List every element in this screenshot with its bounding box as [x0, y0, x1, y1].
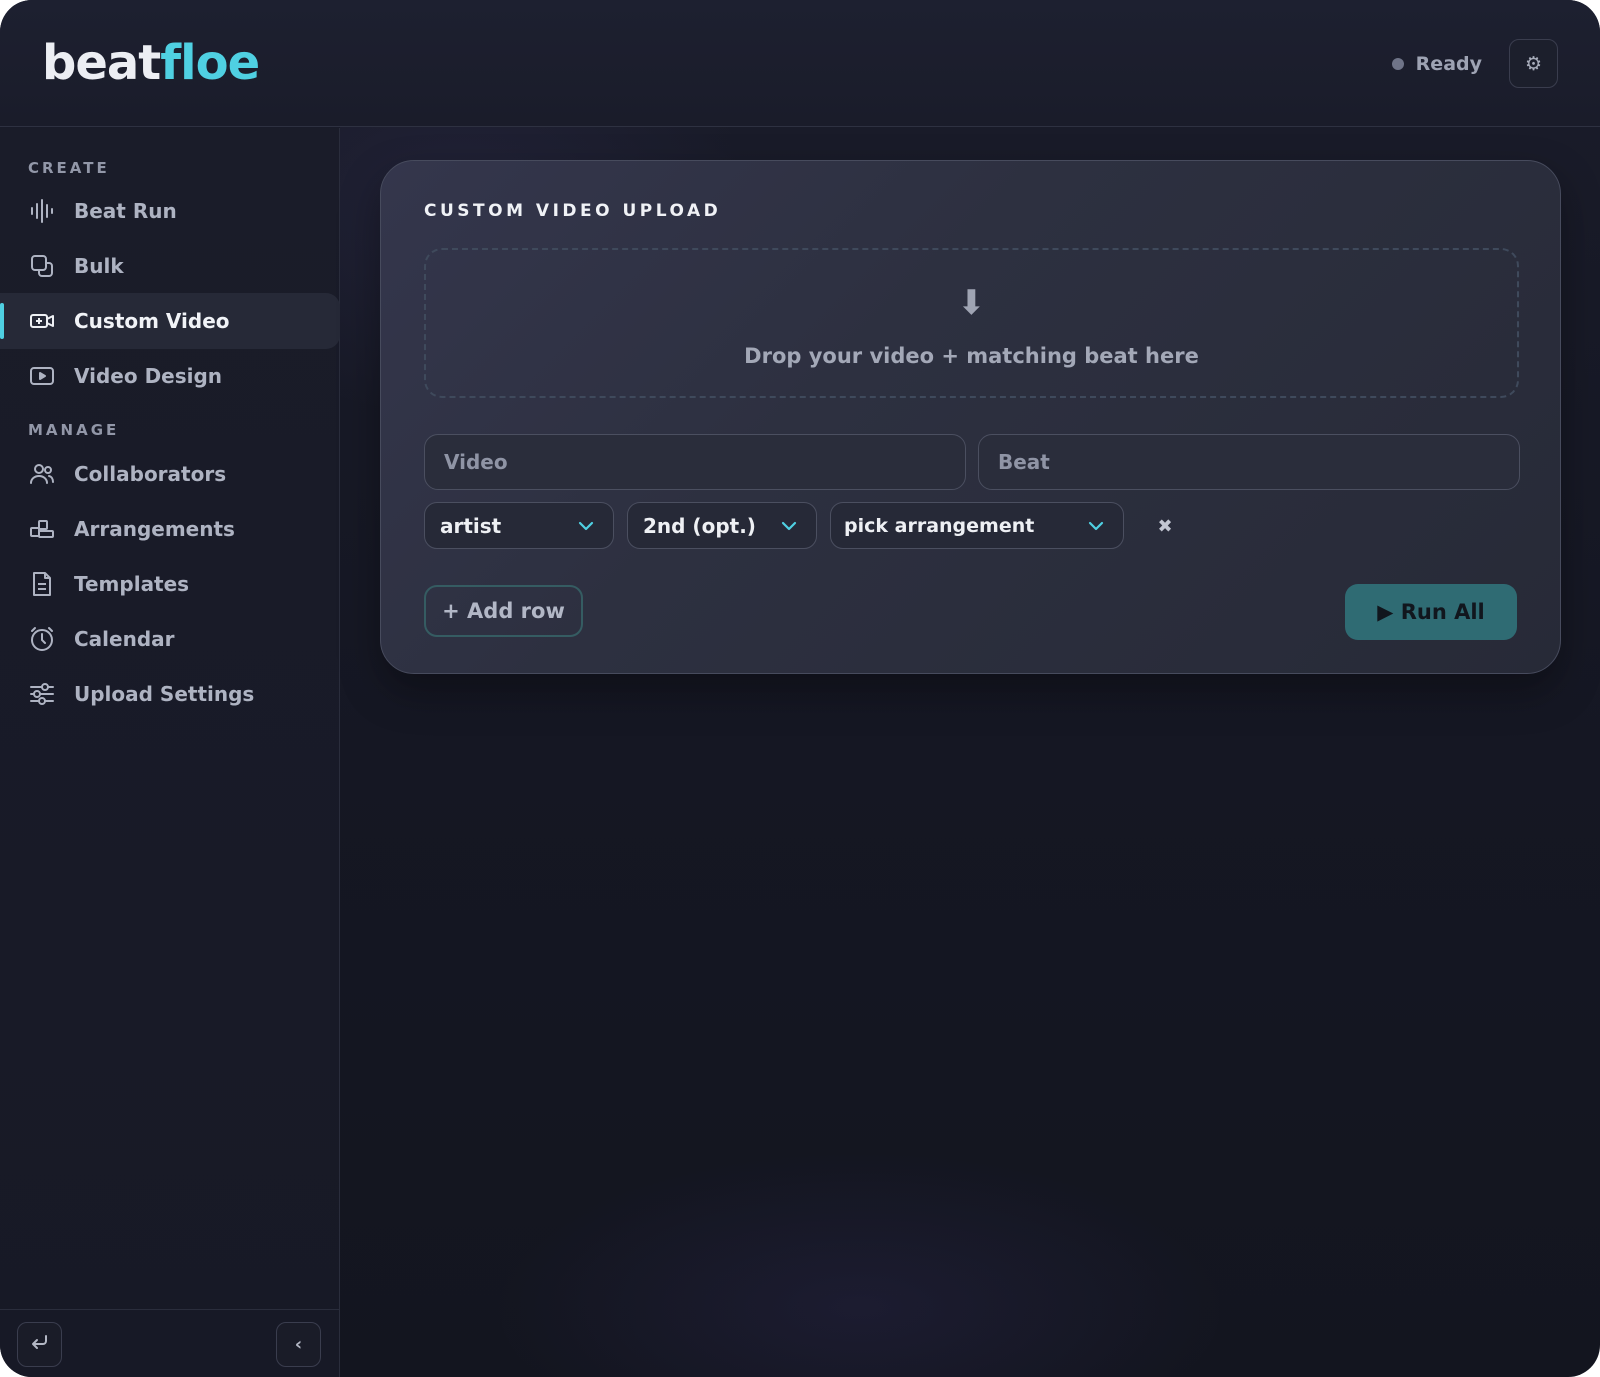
artist-select[interactable]: artist	[424, 502, 614, 549]
section-label-create: CREATE	[28, 159, 110, 177]
users-icon	[28, 460, 56, 488]
sidebar-item-label: Beat Run	[74, 199, 177, 223]
beat-input-placeholder: Beat	[998, 450, 1050, 474]
sidebar-item-label: Custom Video	[74, 309, 230, 333]
gear-icon: ⚙	[1524, 52, 1543, 75]
remove-row-button[interactable]: ✖	[1151, 512, 1179, 540]
sidebar: CREATE Beat Run Bulk Custom Video Video …	[0, 128, 340, 1377]
arrangement-select[interactable]: pick arrangement	[830, 502, 1124, 549]
dropzone-text: Drop your video + matching beat here	[744, 344, 1199, 368]
video-dropzone[interactable]: ⬇ Drop your video + matching beat here	[424, 248, 1519, 398]
app-window: beatfloe Ready ⚙ CREATE Beat Run Bulk Cu…	[0, 0, 1600, 1377]
chevron-down-icon	[781, 521, 797, 530]
sidebar-item-templates[interactable]: Templates	[0, 556, 340, 612]
sidebar-item-beat-run[interactable]: Beat Run	[0, 183, 340, 239]
collapse-sidebar-button[interactable]: ‹	[276, 1322, 321, 1367]
app-logo: beatfloe	[42, 32, 260, 94]
logo-text-floe: floe	[160, 35, 260, 91]
sidebar-item-video-design[interactable]: Video Design	[0, 348, 340, 404]
play-screen-icon	[28, 362, 56, 390]
top-bar: beatfloe Ready ⚙	[0, 0, 1600, 127]
add-row-button[interactable]: + Add row	[424, 585, 583, 637]
status-indicator: Ready	[1391, 50, 1482, 78]
video-input[interactable]: Video	[424, 434, 966, 490]
return-icon	[30, 1332, 50, 1357]
video-camera-icon	[28, 307, 56, 335]
sidebar-item-bulk[interactable]: Bulk	[0, 238, 340, 294]
chevron-left-icon: ‹	[294, 1334, 303, 1355]
artist-select-value: artist	[440, 513, 502, 538]
sidebar-item-upload-settings[interactable]: Upload Settings	[0, 666, 340, 722]
document-icon	[28, 570, 56, 598]
sidebar-footer: ‹	[0, 1309, 340, 1377]
sidebar-item-label: Calendar	[74, 627, 175, 651]
waveform-icon	[28, 197, 56, 225]
video-input-placeholder: Video	[444, 450, 508, 474]
sidebar-item-label: Templates	[74, 572, 190, 596]
sidebar-item-label: Arrangements	[74, 517, 235, 541]
close-icon: ✖	[1157, 515, 1173, 537]
beat-input[interactable]: Beat	[978, 434, 1520, 490]
section-label-manage: MANAGE	[28, 421, 120, 439]
sidebar-item-collaborators[interactable]: Collaborators	[0, 446, 340, 502]
status-text: Ready	[1415, 53, 1482, 75]
logo-text-beat: beat	[42, 35, 161, 91]
sidebar-item-label: Bulk	[74, 254, 124, 278]
sidebar-item-custom-video[interactable]: Custom Video	[0, 293, 340, 349]
stack-icon	[28, 252, 56, 280]
download-arrow-icon: ⬇	[957, 283, 986, 323]
run-all-button[interactable]: ▶ Run All	[1345, 584, 1517, 640]
chevron-down-icon	[578, 521, 594, 530]
blocks-icon	[28, 515, 56, 543]
back-button[interactable]	[17, 1322, 62, 1367]
sidebar-item-label: Upload Settings	[74, 682, 255, 706]
second-artist-select-value: 2nd (opt.)	[643, 513, 756, 538]
sidebar-item-calendar[interactable]: Calendar	[0, 611, 340, 667]
chevron-down-icon	[1088, 521, 1104, 530]
card-title: CUSTOM VIDEO UPLOAD	[424, 201, 722, 221]
sidebar-item-label: Video Design	[74, 364, 223, 388]
second-artist-select[interactable]: 2nd (opt.)	[627, 502, 817, 549]
settings-button[interactable]: ⚙	[1509, 39, 1558, 88]
sliders-icon	[28, 680, 56, 708]
clock-icon	[28, 625, 56, 653]
sidebar-item-arrangements[interactable]: Arrangements	[0, 501, 340, 557]
sidebar-item-label: Collaborators	[74, 462, 227, 486]
arrangement-select-value: pick arrangement	[844, 514, 1035, 537]
status-dot-icon	[1391, 58, 1404, 70]
custom-video-upload-card: CUSTOM VIDEO UPLOAD ⬇ Drop your video + …	[380, 160, 1561, 674]
